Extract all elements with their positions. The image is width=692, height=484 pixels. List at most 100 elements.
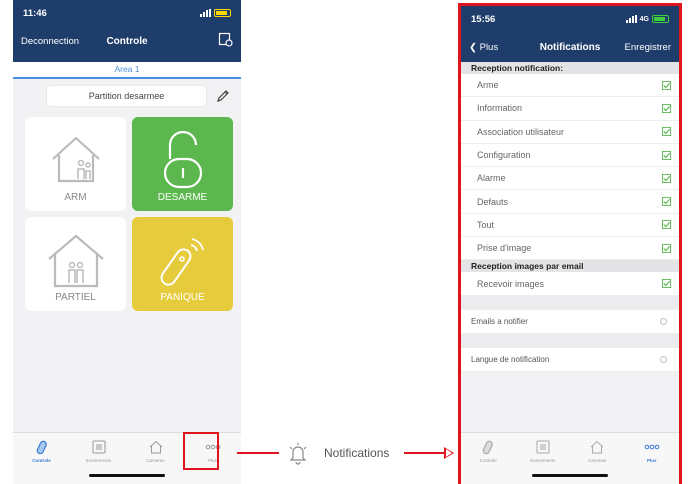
list-item-label: Prise d'image [477,243,532,254]
tab-evenements[interactable]: Evenements [516,439,571,484]
status-bar: 15:56 4G [461,6,679,32]
padlock-open-icon [163,131,202,189]
back-label: Plus [479,41,499,53]
more-dots-icon [644,444,660,450]
remote-tab-icon [36,440,47,455]
section-reception: Reception notification: [461,62,679,74]
list-item-label: Configuration [477,150,531,161]
battery-icon [652,15,669,23]
tab-evenements[interactable]: Evenements [70,439,127,484]
enregistrer-button[interactable]: Enregistrer [625,42,671,53]
tab-area-1[interactable]: Area 1 [13,62,241,79]
checkbox-checked-icon[interactable] [662,80,671,90]
connector-label: Notifications [324,446,390,460]
checkbox-checked-icon[interactable] [662,103,671,113]
info-icon [660,355,667,363]
status-time: 15:56 [471,13,496,25]
list-item[interactable]: Configuration [461,143,679,168]
controle-screen: 11:46 Deconnection Controle Area 1 Parti… [13,0,241,484]
list-item[interactable]: Association utilisateur [461,120,679,144]
langue-notification-label: Langue de notification [471,354,550,364]
desarme-label: DESARME [157,192,208,203]
list-item-label: Association utilisateur [477,126,565,137]
signal-icon [200,9,211,17]
list-item-label: Alarme [477,173,506,184]
status-indicators: 4G [625,15,669,23]
checkbox-checked-icon[interactable] [662,127,671,137]
app-header: 15:56 4G ❮ Plus Notifications Enregistre… [461,6,679,62]
tab-cameras[interactable]: Cameras [127,439,184,484]
langue-notification-row[interactable]: Langue de notification [461,347,679,372]
list-item-label: Arme [477,80,499,91]
emails-a-notifier-label: Emails a notifier [471,316,528,326]
nav-bar: Deconnection Controle [13,26,241,56]
settings-doc-icon [218,32,233,47]
status-bar: 11:46 [13,0,241,26]
checkbox-checked-icon[interactable] [662,173,671,183]
partiel-label: PARTIEL [55,292,96,303]
list-item-label: Defauts [477,196,509,207]
tab-cameras[interactable]: Cameras [570,439,625,484]
tab-label: Cameras [588,458,607,463]
tab-controle[interactable]: Controle [13,439,70,484]
arm-label: ARM [64,192,87,203]
list-icon [92,440,105,454]
nav-bar: ❮ Plus Notifications Enregistrer [461,32,679,62]
app-header: 11:46 Deconnection Controle [13,0,241,62]
status-indicators [200,9,231,17]
partition-settings-button[interactable] [218,32,233,50]
tab-plus[interactable]: Plus [625,439,680,484]
tab-label: Cameras [146,458,165,463]
list-item[interactable]: Recevoir images [461,272,679,296]
reception-list: Arme Information Association utilisateur Co… [461,74,679,261]
checkbox-checked-icon[interactable] [662,150,671,160]
status-time: 11:46 [23,7,47,19]
tab-bar: Controle Evenements Cameras Plus [461,432,679,484]
remote-control-icon [160,238,204,286]
checkbox-checked-icon[interactable] [662,243,671,253]
list-item-label: Recevoir images [477,278,545,289]
home-indicator [89,474,165,477]
panique-label: PANIQUE [160,292,205,303]
partition-status: Partition desarmee [47,86,206,106]
home-indicator [532,474,608,477]
checkbox-checked-icon[interactable] [662,279,671,289]
list-item[interactable]: Prise d'image [461,237,679,261]
battery-icon [214,9,231,17]
desarme-tile[interactable]: DESARME [132,117,233,211]
tab-label: Evenements [530,458,556,463]
checkbox-checked-icon[interactable] [662,220,671,230]
emails-a-notifier-row[interactable]: Emails a notifier [461,309,679,334]
section-email: Reception images par email [461,260,679,273]
back-button[interactable]: ❮ Plus [469,42,498,53]
list-item[interactable]: Alarme [461,167,679,191]
tab-label: Controle [32,458,51,463]
list-item[interactable]: Arme [461,74,679,98]
list-item[interactable]: Defauts [461,190,679,214]
spacer [461,295,679,310]
email-list: Recevoir images [461,272,679,296]
list-icon [536,440,550,454]
deconnection-button[interactable]: Deconnection [21,36,79,47]
spacer [461,333,679,348]
remote-tab-icon [482,440,494,455]
partition-row: Partition desarmee [13,79,241,113]
arrow-head [444,447,454,459]
panique-tile[interactable]: PANIQUE [132,217,233,311]
checkbox-checked-icon[interactable] [662,197,671,207]
control-grid: ARM DESARME PARTIEL PANIQUE [13,113,241,311]
plus-highlight-box [183,432,219,470]
list-item-label: Tout [477,219,495,230]
list-item[interactable]: Information [461,97,679,121]
arm-tile[interactable]: ARM [25,117,126,211]
tab-controle[interactable]: Controle [461,439,516,484]
partiel-tile[interactable]: PARTIEL [25,217,126,311]
network-type: 4G [639,15,649,23]
chevron-left-icon: ❮ [469,41,477,53]
connector-line [404,452,444,454]
bell-icon [289,443,307,465]
pencil-icon[interactable] [215,88,231,104]
list-item[interactable]: Tout [461,213,679,238]
connector-line [237,452,279,454]
tab-label: Evenements [85,458,111,463]
